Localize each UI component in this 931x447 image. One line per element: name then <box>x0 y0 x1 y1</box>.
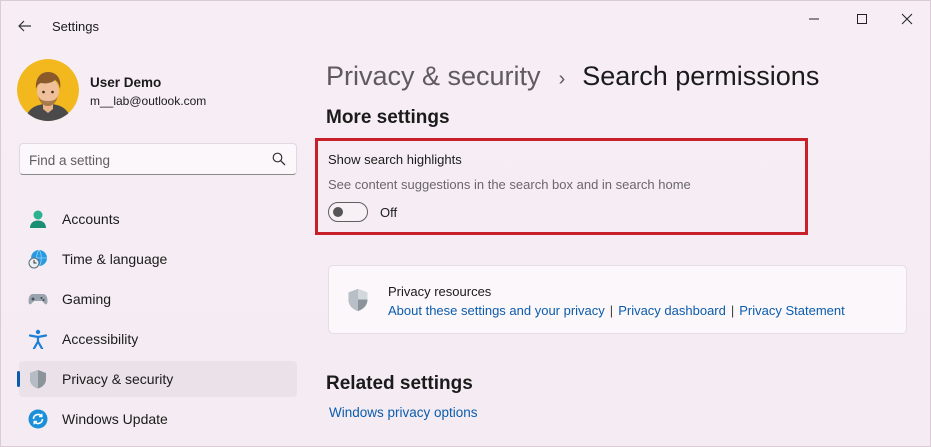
time-language-icon <box>28 249 47 269</box>
search-input[interactable] <box>29 150 259 170</box>
privacy-statement-link[interactable]: Privacy Statement <box>739 303 845 318</box>
privacy-resources-title: Privacy resources <box>388 284 492 299</box>
maximize-icon <box>857 14 867 24</box>
accounts-icon <box>30 210 46 228</box>
accessibility-icon <box>28 329 48 349</box>
search-icon[interactable] <box>272 152 286 166</box>
privacy-resources-card: Privacy resources About these settings a… <box>328 265 907 334</box>
privacy-resources-links: About these settings and your privacy | … <box>388 303 845 318</box>
privacy-shield-icon <box>348 289 368 311</box>
sidebar-item-label: Windows Update <box>62 411 168 427</box>
sidebar-item-windows-update[interactable]: Windows Update <box>19 401 297 437</box>
close-button[interactable] <box>884 7 930 31</box>
toggle-knob <box>333 207 343 217</box>
user-name: User Demo <box>90 75 162 90</box>
windows-update-icon <box>28 409 48 429</box>
minimize-button[interactable] <box>791 7 837 31</box>
sidebar-item-label: Accessibility <box>62 331 139 347</box>
sidebar-item-accounts[interactable]: Accounts <box>19 201 297 237</box>
link-separator: | <box>730 303 735 318</box>
windows-privacy-options-link[interactable]: Windows privacy options <box>329 405 478 420</box>
maximize-button[interactable] <box>839 7 885 31</box>
title-bar: Settings <box>1 1 930 51</box>
sidebar-item-label: Privacy & security <box>62 371 174 387</box>
sidebar-item-label: Gaming <box>62 291 112 307</box>
close-icon <box>901 13 913 25</box>
search-highlights-title: Show search highlights <box>328 152 462 167</box>
avatar <box>17 59 79 121</box>
sidebar-nav: Accounts Time & language Gaming Accessib… <box>17 201 297 441</box>
breadcrumb-parent[interactable]: Privacy & security <box>326 61 541 92</box>
sidebar-item-label: Time & language <box>62 251 168 267</box>
app-title: Settings <box>52 19 99 34</box>
section-title-related-settings: Related settings <box>326 373 473 394</box>
breadcrumb-separator: › <box>558 68 566 90</box>
about-settings-privacy-link[interactable]: About these settings and your privacy <box>388 303 605 318</box>
sidebar-item-time-language[interactable]: Time & language <box>19 241 297 277</box>
link-separator: | <box>609 303 614 318</box>
toggle-state-label: Off <box>380 205 398 220</box>
user-email: m__lab@outlook.com <box>90 94 207 108</box>
page-title: Search permissions <box>582 61 820 91</box>
settings-window: Settings User Demo m__lab@outlook.com Fi… <box>0 0 931 447</box>
search-highlights-description: See content suggestions in the search bo… <box>328 177 691 192</box>
back-arrow-icon <box>18 20 31 32</box>
privacy-dashboard-link[interactable]: Privacy dashboard <box>618 303 726 318</box>
sidebar-item-label: Accounts <box>62 211 120 227</box>
breadcrumb: Privacy & security › Search permissions <box>326 61 819 92</box>
privacy-shield-icon <box>30 370 46 389</box>
gaming-icon <box>28 294 48 305</box>
search-box[interactable] <box>19 143 297 175</box>
section-title-more-settings: More settings <box>326 107 450 128</box>
sidebar-item-privacy-security[interactable]: Privacy & security <box>17 361 297 397</box>
selection-indicator <box>17 371 20 387</box>
search-highlights-toggle[interactable] <box>328 202 368 222</box>
back-button[interactable] <box>11 13 39 39</box>
sidebar-item-gaming[interactable]: Gaming <box>19 281 297 317</box>
minimize-icon <box>809 18 819 20</box>
sidebar-item-accessibility[interactable]: Accessibility <box>19 321 297 357</box>
